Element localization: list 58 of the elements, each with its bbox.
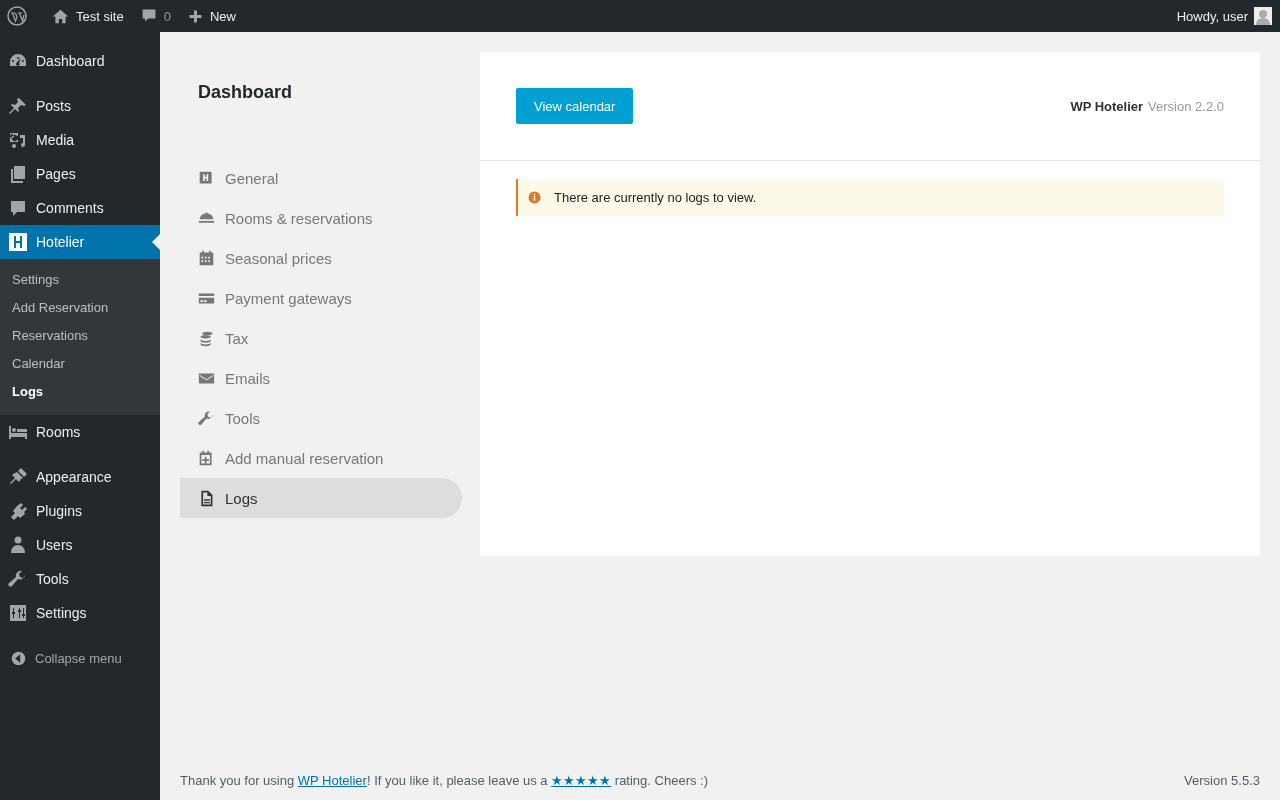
footer-message: Thank you for using WP Hotelier! If you like it, please leave us a ★★★★★ rating. Cheers :) [180,773,709,788]
settings-tab[interactable]: Payment gateways [180,278,462,318]
menu-item[interactable]: Posts [0,89,160,123]
paintbrush-icon [8,467,28,487]
settings-tab[interactable]: Logs [180,478,462,518]
settings-tab[interactable]: Rooms & reservations [180,198,462,238]
media-icon [8,130,28,150]
user-icon [8,535,28,555]
hotel-icon [8,232,28,252]
submenu-item[interactable]: Add Reservation [0,294,160,322]
settings-tab[interactable]: Add manual reservation [180,438,462,478]
comment-count[interactable]: 0 [163,8,171,24]
calendar-icon [198,249,215,267]
plugin-version: WP Hotelier Version 2.2.0 [1070,98,1224,114]
wordpress-logo-icon [7,6,27,26]
menu-item[interactable]: Plugins [0,494,160,528]
comment-icon [140,8,157,24]
home-icon [52,7,69,25]
document-icon [198,489,215,507]
menu-item[interactable]: Media [0,123,160,157]
info-icon [527,190,542,205]
notice-text: There are currently no logs to view. [554,190,757,205]
pages-icon [8,164,28,184]
settings-tab[interactable]: Seasonal prices [180,238,462,278]
submenu-item[interactable]: Settings [0,266,160,294]
avatar-icon[interactable] [1254,7,1272,25]
menu-item[interactable]: Tools [0,562,160,596]
hotel-icon [198,169,215,187]
submenu-item[interactable]: Logs [0,378,160,406]
submenu-item[interactable]: Reservations [0,322,160,350]
pushpin-icon [8,96,28,116]
menu-item[interactable]: Dashboard [0,44,160,78]
menu-item[interactable]: Users [0,528,160,562]
rating-link[interactable]: ★★★★★ [551,773,612,788]
coins-icon [198,329,215,347]
settings-tab[interactable]: Tools [180,398,462,438]
menu-item[interactable]: Settings [0,596,160,630]
collapse-menu-button[interactable]: Collapse menu [35,650,122,666]
calendar-plus-icon [198,449,215,467]
menu-item[interactable]: Appearance [0,460,160,494]
settings-tab[interactable]: General [180,158,462,198]
settings-tab[interactable]: Emails [180,358,462,398]
wordpress-version: Version 5.5.3 [1184,773,1260,788]
greeting-link[interactable]: Howdy, user [1176,8,1248,24]
new-link[interactable]: New [209,8,236,24]
plugin-link[interactable]: WP Hotelier [297,773,367,788]
menu-item[interactable]: Comments [0,191,160,225]
site-name-link[interactable]: Test site [76,8,124,24]
page-title: Dashboard [198,82,294,102]
wrench-icon [198,409,215,427]
plus-icon [187,8,203,24]
speech-bubble-icon [8,198,28,218]
submenu-item[interactable]: Calendar [0,350,160,378]
sliders-icon [8,603,28,623]
menu-item[interactable]: Hotelier [0,225,160,259]
menu-item[interactable]: Rooms [0,415,160,449]
settings-tab[interactable]: Tax [180,318,462,358]
menu-item[interactable]: Pages [0,157,160,191]
